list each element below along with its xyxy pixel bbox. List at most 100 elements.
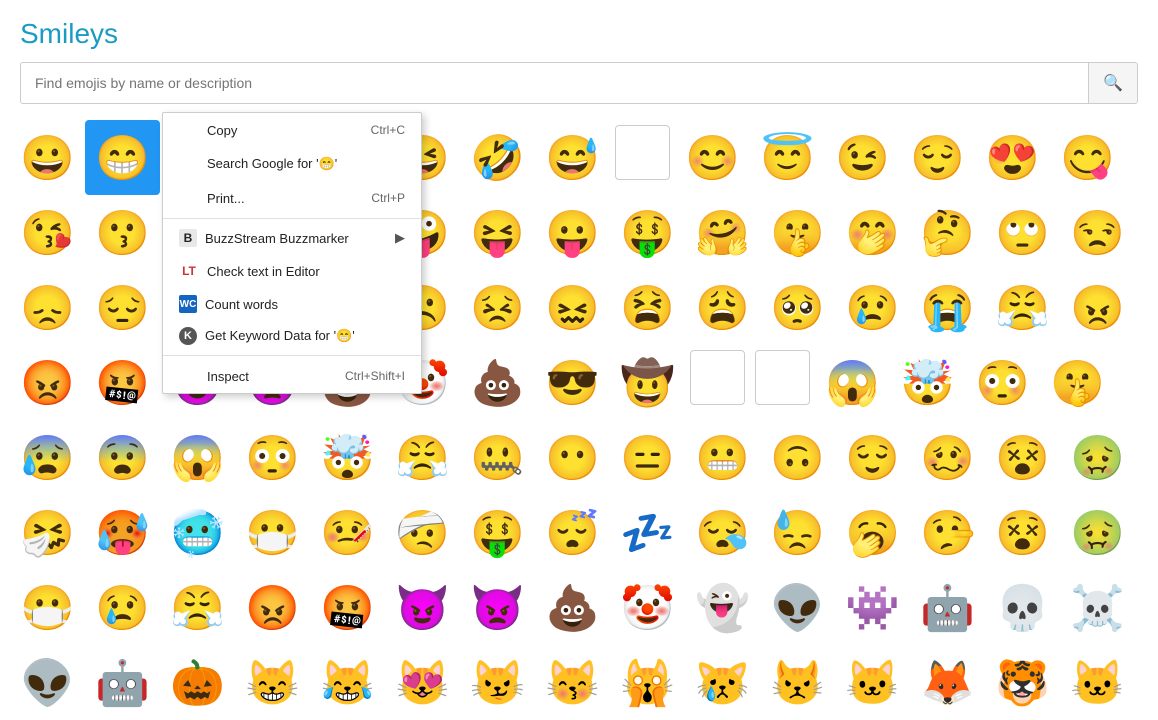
emoji-cell[interactable]: 🤑 [610, 195, 685, 270]
emoji-cell[interactable]: 🤔 [910, 195, 985, 270]
emoji-cell[interactable]: 🥵 [85, 495, 160, 570]
emoji-cell[interactable]: 😩 [685, 270, 760, 345]
emoji-cell[interactable]: 😗 [85, 195, 160, 270]
emoji-cell[interactable]: 😰 [10, 420, 85, 495]
emoji-cell[interactable]: 😤 [160, 570, 235, 645]
emoji-cell[interactable]: 👻 [685, 570, 760, 645]
emoji-cell[interactable]: 🥱 [835, 495, 910, 570]
emoji-cell[interactable]: 🤕 [385, 495, 460, 570]
emoji-cell[interactable]: 🥺 [760, 270, 835, 345]
emoji-cell[interactable]: 😑 [610, 420, 685, 495]
emoji-cell[interactable]: 😨 [85, 420, 160, 495]
emoji-cell[interactable]: 🐱 [835, 645, 910, 720]
emoji-cell[interactable]: 😽 [535, 645, 610, 720]
emoji-cell[interactable]: 😱 [815, 345, 890, 420]
emoji-cell[interactable]: 🙄 [985, 195, 1060, 270]
emoji-cell[interactable]: 🤯 [890, 345, 965, 420]
emoji-cell[interactable]: 👽 [760, 570, 835, 645]
emoji-cell[interactable]: 🤖 [910, 570, 985, 645]
emoji-cell[interactable]: 🎃 [160, 645, 235, 720]
emoji-cell[interactable]: 🤬 [310, 570, 385, 645]
emoji-cell[interactable]: 😬 [685, 420, 760, 495]
emoji-cell[interactable]: 🥶 [160, 495, 235, 570]
context-menu-item-keyword-data[interactable]: K Get Keyword Data for '😁' [163, 320, 421, 352]
emoji-cell[interactable]: 😳 [965, 345, 1040, 420]
emoji-cell[interactable]: 👽 [10, 645, 85, 720]
emoji-cell[interactable]: 😌 [900, 120, 975, 195]
emoji-cell[interactable]: 😤 [385, 420, 460, 495]
emoji-cell[interactable]: 🤖 [85, 645, 160, 720]
emoji-cell[interactable]: 😢 [85, 570, 160, 645]
emoji-cell[interactable]: 😤 [985, 270, 1060, 345]
emoji-cell[interactable] [690, 350, 745, 405]
emoji-cell[interactable]: 😒 [1060, 195, 1135, 270]
emoji-cell[interactable]: 🤫 [1040, 345, 1115, 420]
emoji-cell[interactable]: 🙀 [610, 645, 685, 720]
emoji-cell[interactable]: 🤢 [1060, 495, 1135, 570]
context-menu-item-buzzstream[interactable]: B BuzzStream Buzzmarker ▶ [163, 222, 421, 254]
emoji-cell[interactable]: 🙃 [760, 420, 835, 495]
emoji-cell[interactable]: 😔 [85, 270, 160, 345]
search-input[interactable] [21, 65, 1088, 101]
emoji-cell[interactable]: 😊 [675, 120, 750, 195]
emoji-cell[interactable]: 😌 [835, 420, 910, 495]
emoji-cell[interactable]: 😛 [535, 195, 610, 270]
search-button[interactable]: 🔍 [1088, 63, 1137, 103]
emoji-cell[interactable]: 😣 [460, 270, 535, 345]
emoji-cell[interactable]: 😶 [535, 420, 610, 495]
emoji-cell[interactable]: 🤐 [460, 420, 535, 495]
emoji-cell[interactable]: 😾 [760, 645, 835, 720]
emoji-cell[interactable]: 💀 [985, 570, 1060, 645]
emoji-cell[interactable]: 🤗 [685, 195, 760, 270]
emoji-cell[interactable]: 😡 [10, 345, 85, 420]
emoji-cell[interactable] [615, 125, 670, 180]
emoji-cell[interactable]: ☠️ [1060, 570, 1135, 645]
emoji-cell[interactable]: 😼 [460, 645, 535, 720]
emoji-cell[interactable]: 😅 [535, 120, 610, 195]
emoji-cell[interactable]: 😋 [1050, 120, 1125, 195]
emoji-cell[interactable]: 😝 [460, 195, 535, 270]
context-menu-item-lt-editor[interactable]: LT Check text in Editor [163, 254, 421, 288]
emoji-cell[interactable]: 😍 [975, 120, 1050, 195]
context-menu-item-search-google[interactable]: Search Google for '😁' [163, 147, 421, 181]
emoji-cell[interactable]: 🤫 [760, 195, 835, 270]
emoji-cell[interactable]: 😵 [985, 420, 1060, 495]
context-menu-item-inspect[interactable]: Inspect Ctrl+Shift+I [163, 359, 421, 393]
emoji-cell[interactable]: 😵 [985, 495, 1060, 570]
emoji-cell[interactable]: 🤢 [1060, 420, 1135, 495]
emoji-cell[interactable]: 🐱 [1060, 645, 1135, 720]
emoji-cell[interactable]: 😫 [610, 270, 685, 345]
emoji-cell[interactable]: 😻 [385, 645, 460, 720]
emoji-cell[interactable]: 🤭 [835, 195, 910, 270]
emoji-cell[interactable]: 💩 [535, 570, 610, 645]
emoji-cell[interactable]: 😴 [535, 495, 610, 570]
emoji-cell[interactable]: 😹 [310, 645, 385, 720]
emoji-cell[interactable]: 🤡 [610, 570, 685, 645]
emoji-cell[interactable]: 🤒 [310, 495, 385, 570]
context-menu-item-copy[interactable]: Copy Ctrl+C [163, 113, 421, 147]
emoji-cell[interactable]: 😖 [535, 270, 610, 345]
emoji-cell[interactable]: 🥴 [910, 420, 985, 495]
emoji-cell[interactable]: 🤥 [910, 495, 985, 570]
emoji-cell[interactable]: 👿 [460, 570, 535, 645]
emoji-cell[interactable]: 😈 [385, 570, 460, 645]
emoji-cell[interactable]: 😢 [835, 270, 910, 345]
emoji-cell[interactable]: 😳 [235, 420, 310, 495]
context-menu-item-print[interactable]: Print... Ctrl+P [163, 181, 421, 215]
emoji-cell[interactable]: 😘 [10, 195, 85, 270]
emoji-cell[interactable]: 😇 [750, 120, 825, 195]
emoji-cell[interactable]: 😪 [685, 495, 760, 570]
emoji-cell[interactable]: 😓 [760, 495, 835, 570]
emoji-cell[interactable]: 🤑 [460, 495, 535, 570]
emoji-cell[interactable]: 😡 [235, 570, 310, 645]
emoji-cell[interactable]: 👾 [835, 570, 910, 645]
emoji-cell[interactable]: 🤧 [10, 495, 85, 570]
emoji-cell[interactable]: 💩 [460, 345, 535, 420]
context-menu-item-count-words[interactable]: WC Count words [163, 288, 421, 320]
emoji-cell[interactable]: 🤬 [85, 345, 160, 420]
emoji-cell[interactable]: 🤣 [460, 120, 535, 195]
emoji-cell[interactable]: 🤠 [610, 345, 685, 420]
emoji-cell[interactable]: 💤 [610, 495, 685, 570]
emoji-cell[interactable]: 😉 [825, 120, 900, 195]
emoji-cell[interactable]: 😷 [10, 570, 85, 645]
